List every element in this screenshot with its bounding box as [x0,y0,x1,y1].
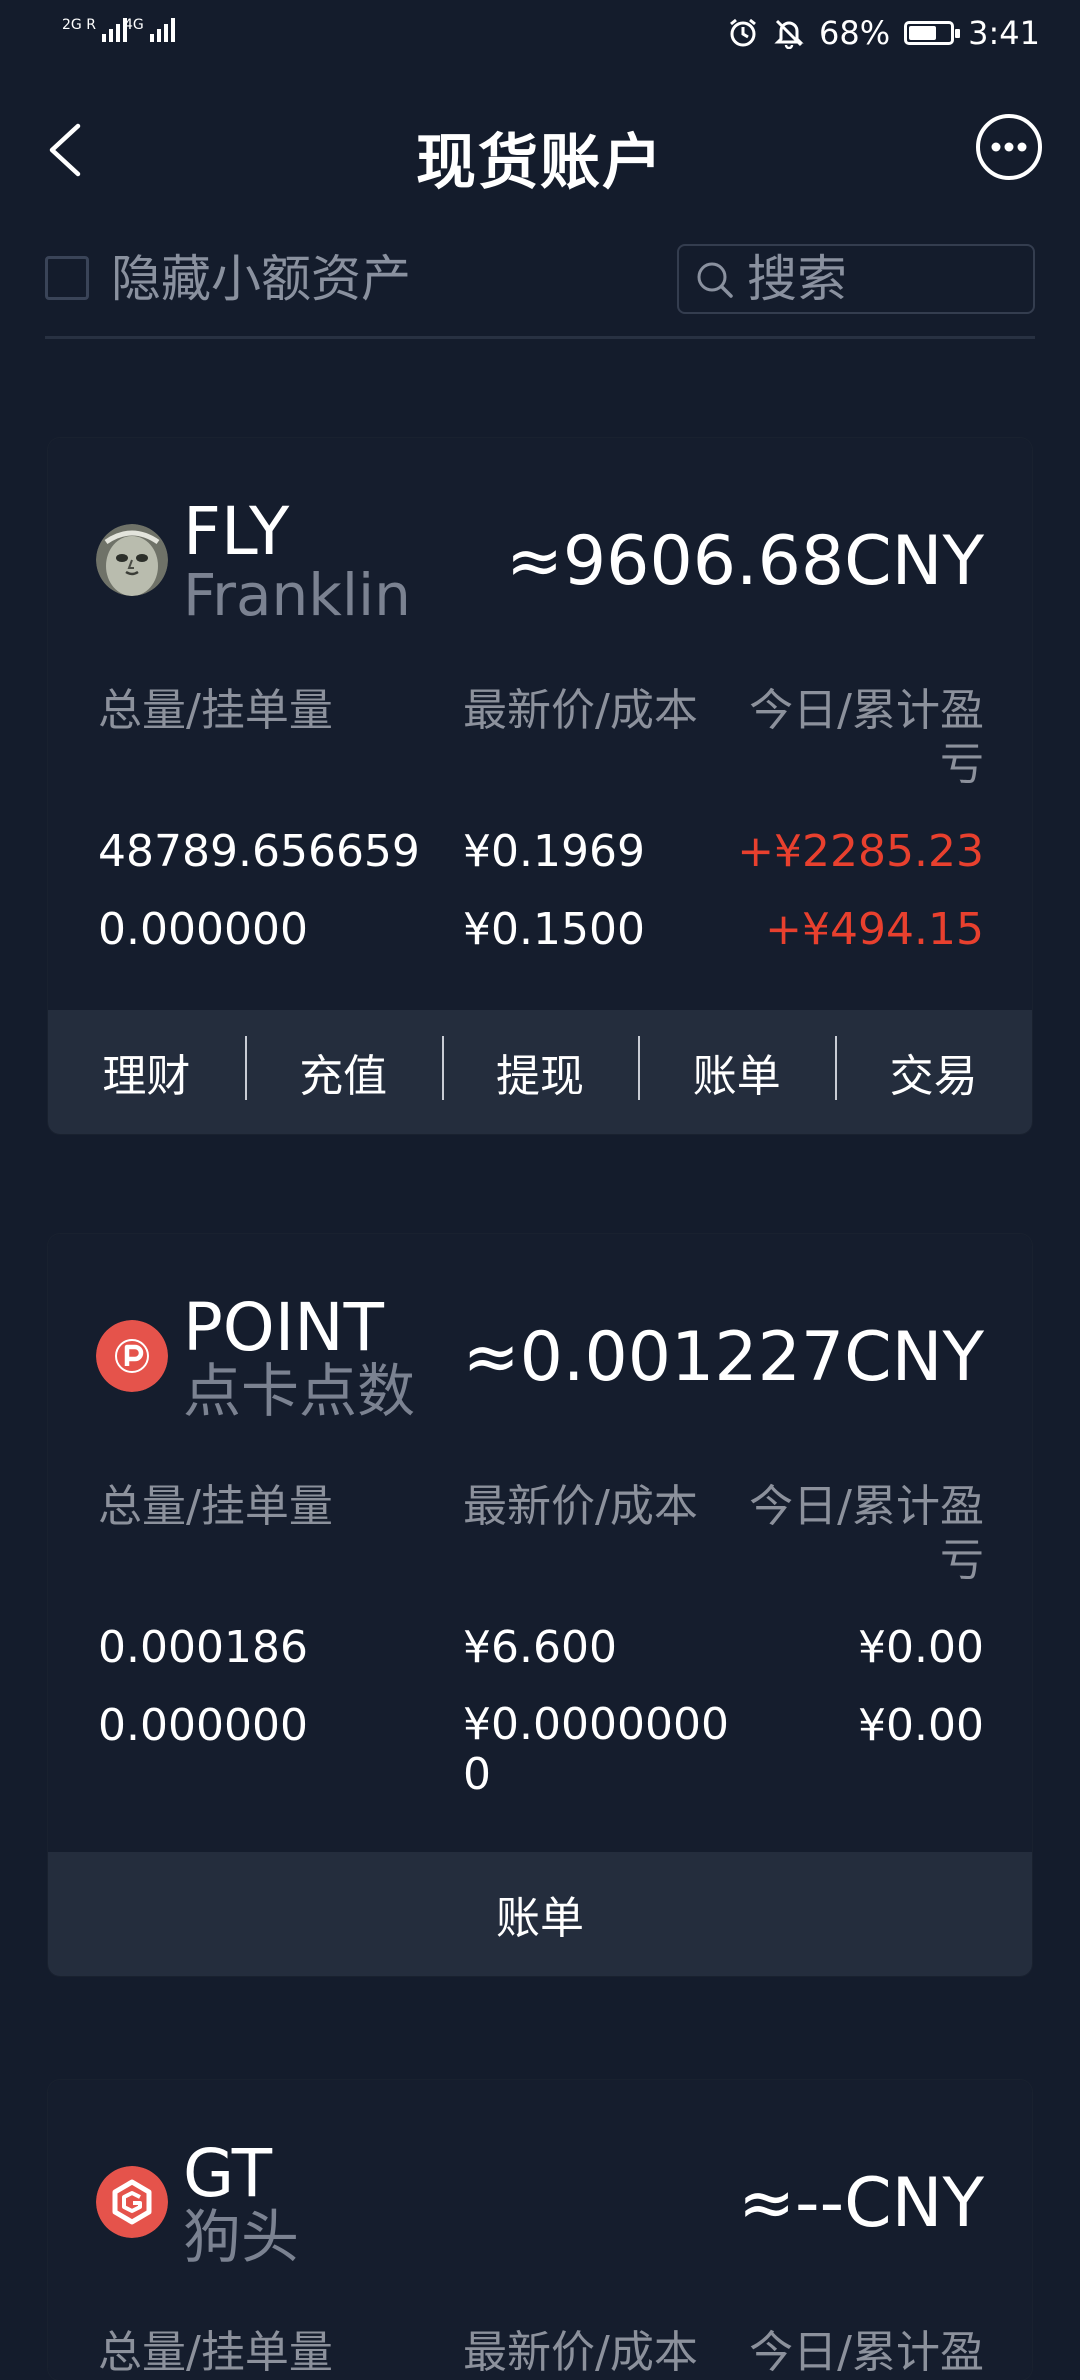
header-amount: 总量/挂单量 [98,1481,333,1532]
coin-symbol: FLY [183,493,290,570]
search-icon [697,262,733,298]
coin-total-value: ≈--CNY [738,2164,984,2243]
order-amount: 0.000000 [98,904,308,955]
header-price: 最新价/成本 [463,2327,698,2378]
action-bar: 账单 [48,1852,1032,1976]
gt-coin-icon [96,2166,168,2238]
order-amount: 0.000000 [98,1700,308,1751]
battery-icon [904,21,961,45]
page-title: 现货账户 [416,128,664,198]
header-pnl: 今日/累计盈 [749,2327,984,2378]
asset-card-point: POINT 点卡点数 ≈0.001227CNY 总量/挂单量 最新价/成本 今日… [48,1234,1032,1976]
search-input[interactable]: 搜索 [677,244,1035,314]
header-amount: 总量/挂单量 [98,2327,333,2378]
battery-percent: 68% [819,14,891,52]
clock-time: 3:41 [968,14,1040,52]
hide-small-assets-label[interactable]: 隐藏小额资产 [111,250,411,308]
total-amount: 48789.656659 [98,826,420,877]
franklin-coin-icon [96,524,168,596]
cumulative-pnl: +¥494.15 [765,904,984,955]
coin-name: 狗头 [183,2203,300,2271]
hide-small-assets-checkbox[interactable] [45,256,89,300]
header-pnl: 今日/累计盈 亏 [749,1481,984,1586]
point-coin-icon [96,1320,168,1392]
withdraw-button[interactable]: 提现 [441,1036,639,1104]
trade-button[interactable]: 交易 [835,1036,1032,1104]
bill-button[interactable]: 账单 [48,1882,1032,1946]
filter-bar: 隐藏小额资产 搜索 [45,244,1035,320]
asset-card-fly: FLY Franklin ≈9606.68CNY 总量/挂单量 最新价/成本 今… [48,438,1032,1134]
latest-price: ¥0.1969 [463,826,645,877]
wealth-button[interactable]: 理财 [48,1040,245,1104]
coin-name: 点卡点数 [183,1357,416,1425]
search-placeholder: 搜索 [747,250,847,308]
coin-symbol: POINT [183,1289,384,1366]
alarm-icon [730,18,756,47]
top-app-bar: 现货账户 [0,100,1080,200]
mute-bell-icon [774,19,804,49]
cost-price: ¥0.0000000 0 [463,1699,729,1800]
network-label-2g: 2G R [62,17,96,33]
coin-total-value: ≈9606.68CNY [505,522,984,601]
total-amount: 0.000186 [98,1622,308,1673]
header-price: 最新价/成本 [463,685,698,736]
cost-price: ¥0.1500 [463,904,645,955]
today-pnl: +¥2285.23 [737,826,984,877]
coin-total-value: ≈0.001227CNY [462,1318,984,1397]
today-pnl: ¥0.00 [858,1622,984,1673]
latest-price: ¥6.600 [463,1622,617,1673]
cumulative-pnl: ¥0.00 [858,1700,984,1751]
status-bar: 2G R 4G 68% 3:41 [0,0,1080,72]
filter-divider [45,336,1035,339]
deposit-button[interactable]: 充值 [244,1036,442,1104]
signal-icon: 2G R [62,18,127,42]
header-pnl: 今日/累计盈 亏 [749,685,984,790]
header-price: 最新价/成本 [463,1481,698,1532]
coin-name: Franklin [183,561,411,629]
bill-button[interactable]: 账单 [638,1036,835,1104]
action-bar: 理财 充值 提现 账单 交易 [48,1010,1032,1134]
more-options-icon[interactable] [974,112,1044,182]
asset-card-gt: GT 狗头 ≈--CNY 总量/挂单量 最新价/成本 今日/累计盈 [48,2080,1032,2380]
network-label-4g: 4G [124,17,144,33]
header-amount: 总量/挂单量 [98,685,333,736]
signal-4g-icon: 4G [124,18,175,42]
coin-symbol: GT [183,2135,273,2212]
